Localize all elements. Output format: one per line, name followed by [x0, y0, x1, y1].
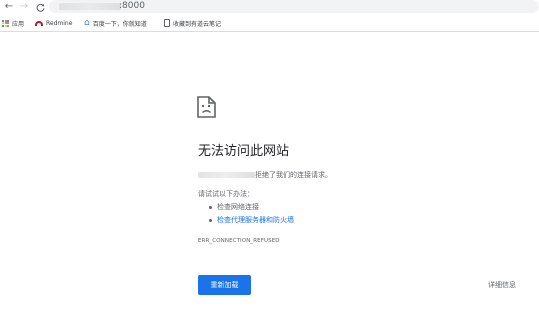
suggestion-check-proxy-link[interactable]: 检查代理服务器和防火墙: [209, 215, 294, 225]
bookmark-baidu[interactable]: ⌂ 百度一下，你就知道: [84, 14, 147, 32]
baidu-paw-icon: ⌂: [84, 17, 90, 28]
bookmark-label: 应用: [12, 20, 25, 28]
try-heading: 请试试以下办法：: [198, 190, 254, 198]
bookmark-label: 百度一下，你就知道: [92, 20, 147, 28]
url-host-redacted: [59, 3, 121, 10]
bookmark-label: Redmine: [46, 19, 73, 27]
bookmark-apps[interactable]: 应用: [2, 14, 24, 32]
reload-button[interactable]: 重新加载: [198, 275, 251, 295]
apps-grid-icon: [2, 19, 9, 27]
redmine-icon: [35, 20, 43, 26]
bullet: [209, 218, 212, 222]
sad-page-icon: [197, 96, 216, 118]
error-title: 无法访问此网站: [198, 144, 290, 159]
host-redacted: [198, 172, 255, 178]
page-icon: [164, 19, 170, 27]
address-bar[interactable]: :8000: [49, 0, 539, 13]
suggestion-label: 检查网络连接: [217, 203, 259, 211]
bookmark-youdao[interactable]: 收藏到有道云笔记: [164, 14, 221, 32]
reload-icon[interactable]: [33, 0, 47, 14]
arrow-right-icon[interactable]: →: [17, 0, 31, 14]
suggestion-check-network: 检查网络连接: [209, 202, 259, 212]
bookmark-label: 收藏到有道云笔记: [173, 20, 222, 28]
suggestion-label[interactable]: 检查代理服务器和防火墙: [217, 215, 294, 225]
browser-toolbar: ← → :8000: [0, 0, 539, 14]
bookmark-redmine[interactable]: Redmine: [35, 14, 72, 32]
error-description: 拒绝了我们的连接请求。: [198, 170, 332, 180]
arrow-left-icon[interactable]: ←: [2, 0, 16, 14]
url-port: :8000: [119, 1, 145, 11]
description-text: 拒绝了我们的连接请求。: [255, 171, 332, 179]
details-button[interactable]: 详细信息: [488, 280, 516, 290]
bullet: [209, 205, 212, 209]
error-code: ERR_CONNECTION_REFUSED: [198, 238, 280, 244]
bookmarks-bar: 应用 Redmine ⌂ 百度一下，你就知道 收藏到有道云笔记: [0, 14, 539, 32]
